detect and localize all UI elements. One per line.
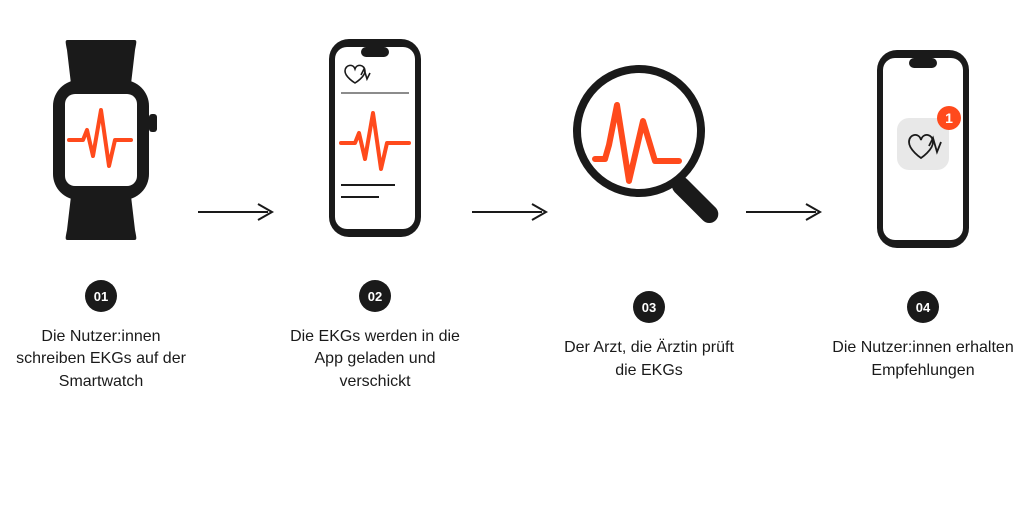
step-caption-4: Die Nutzer:innen erhalten Empfehlungen <box>831 337 1015 382</box>
step-1: 01 Die Nutzer:innen schreiben EKGs auf d… <box>9 30 193 393</box>
step-number-badge-2: 02 <box>359 280 391 312</box>
arrow-icon <box>467 102 557 322</box>
step-4: 1 04 Die Nutzer:innen erhalten Empfehlun… <box>831 41 1015 382</box>
magnifier-ekg-icon <box>559 41 739 261</box>
step-number-badge-3: 03 <box>633 291 665 323</box>
smartwatch-ekg-icon <box>31 30 171 250</box>
notification-count: 1 <box>945 110 953 126</box>
step-number-badge-1: 01 <box>85 280 117 312</box>
step-3: 03 Der Arzt, die Ärztin prüft die EKGs <box>557 41 741 382</box>
step-caption-2: Die EKGs werden in die App geladen und v… <box>283 326 467 393</box>
step-2: 02 Die EKGs werden in die App geladen un… <box>283 30 467 393</box>
step-caption-3: Der Arzt, die Ärztin prüft die EKGs <box>557 337 741 382</box>
step-caption-1: Die Nutzer:innen schreiben EKGs auf der … <box>9 326 193 393</box>
phone-ekg-app-icon <box>315 30 435 250</box>
arrow-icon <box>741 102 831 322</box>
phone-notification-icon: 1 <box>863 41 983 261</box>
step-number-badge-4: 04 <box>907 291 939 323</box>
arrow-icon <box>193 102 283 322</box>
